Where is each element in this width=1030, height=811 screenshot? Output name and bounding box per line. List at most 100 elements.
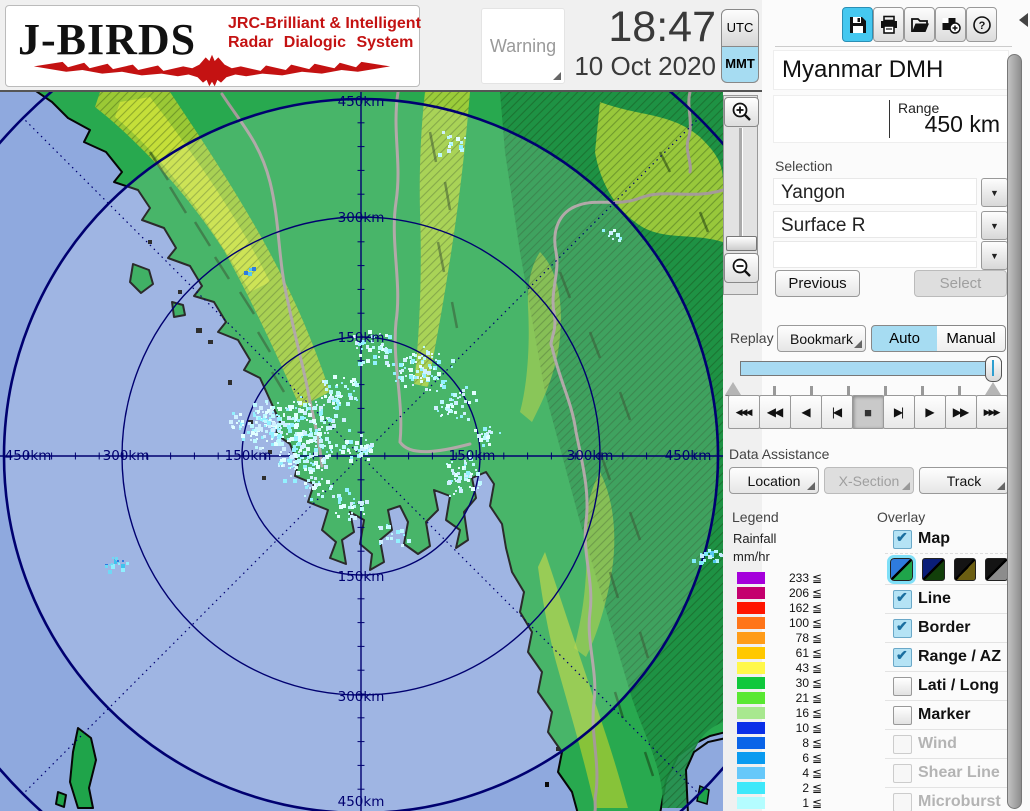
checkbox (893, 734, 912, 754)
overlay-item-label: Wind (918, 735, 957, 752)
step-back-button[interactable]: |◀ (821, 395, 853, 429)
svg-text:300km: 300km (338, 210, 385, 226)
style-black-gray[interactable] (985, 557, 1008, 581)
overlay-item-label: Shear Line (918, 764, 1000, 781)
bookmark-button[interactable]: Bookmark (777, 325, 866, 352)
legend-value: 6 (802, 750, 809, 765)
location-button[interactable]: Location (729, 467, 819, 494)
legend-operator: ≦ (812, 705, 823, 720)
legend-operator: ≦ (812, 735, 823, 750)
replay-slider-thumb[interactable] (985, 356, 1002, 382)
rewind-fast-button[interactable]: ◀◀◀ (728, 395, 760, 429)
dropdown-arrow-button[interactable]: ▼ (981, 241, 1008, 270)
replay-manual-button[interactable]: Manual (937, 325, 1006, 352)
selection-dropdown-value (773, 241, 977, 268)
save-icon[interactable] (842, 7, 873, 42)
panel-scrollbar[interactable] (1007, 54, 1022, 809)
zoom-slider-thumb[interactable] (726, 236, 757, 251)
checkbox[interactable] (893, 705, 912, 725)
timezone-utc-button[interactable]: UTC (721, 9, 759, 47)
legend-value: 100 (788, 615, 809, 630)
svg-text:150km: 150km (225, 448, 272, 464)
overlay-item-label: Range / AZ (918, 648, 1001, 665)
legend-value: 8 (802, 735, 809, 750)
forward-fast-button[interactable]: ▶▶▶ (976, 395, 1008, 429)
replay-auto-button[interactable]: Auto (871, 325, 938, 352)
manual-button-label: Manual (946, 330, 996, 347)
svg-text:150km: 150km (449, 448, 496, 464)
warning-button[interactable]: Warning (481, 8, 565, 84)
legend-value: 10 (795, 720, 809, 735)
checkbox[interactable] (893, 618, 912, 638)
stop-button[interactable]: ■ (852, 395, 884, 429)
zoom-slider-track[interactable] (739, 128, 743, 250)
forward-button[interactable]: ▶▶ (945, 395, 977, 429)
selection-dropdown-value: Surface R (773, 211, 977, 238)
legend-section-label: Legend (732, 509, 779, 525)
style-navy-darkgreen[interactable] (921, 557, 945, 581)
timezone-mmt-button[interactable]: MMT (721, 47, 759, 83)
overlay-item-microburst: Microburst (885, 787, 1008, 811)
play-button[interactable]: ▶ (914, 395, 946, 429)
play-reverse-button[interactable]: ◀ (790, 395, 822, 429)
svg-text:150km: 150km (338, 569, 385, 585)
radar-map-display[interactable]: 450km 300km 150km 150km 300km 450km 450km 300km… (0, 92, 723, 811)
overlay-item-border: Border (885, 613, 1008, 642)
legend-entry: 43 ≦ (733, 660, 873, 675)
style-blue-green[interactable] (887, 554, 916, 584)
zoom-in-button[interactable] (724, 97, 759, 127)
legend-entry: 30 ≦ (733, 675, 873, 690)
previous-button[interactable]: Previous (775, 270, 860, 297)
print-icon[interactable] (873, 7, 904, 42)
legend-entry: 10 ≦ (733, 720, 873, 735)
replay-slider-track[interactable] (740, 361, 1002, 376)
bookmark-button-label: Bookmark (789, 330, 854, 347)
svg-text:450km: 450km (665, 448, 712, 464)
overlay-item-label: Lati / Long (918, 677, 999, 694)
zoom-out-button[interactable] (724, 253, 759, 283)
button-label: X-Section (838, 472, 900, 489)
map-style-row (885, 553, 1008, 584)
rainfall-legend: Rainfall mm/hr 233 ≦ 206 ≦ 162 ≦ 100 ≦ 78 ≦ 61 ≦ 43 ≦… (733, 530, 873, 811)
replay-range-end-marker[interactable] (985, 382, 1001, 395)
x-section-button[interactable]: X-Section (824, 467, 914, 494)
radar-map-svg: 450km 300km 150km 150km 300km 450km 450km 300km… (0, 92, 723, 811)
help-icon[interactable]: ? (966, 7, 997, 42)
open-folder-icon[interactable] (904, 7, 935, 42)
panel-collapse-arrow-icon[interactable] (1019, 13, 1028, 27)
legend-operator: ≦ (812, 645, 823, 660)
dropdown-arrow-button[interactable]: ▼ (981, 211, 1008, 240)
checkbox[interactable] (893, 529, 912, 549)
overlay-item-marker: Marker (885, 700, 1008, 729)
svg-text:450km: 450km (5, 448, 52, 464)
select-button-label: Select (939, 275, 982, 292)
rewind-button[interactable]: ◀◀ (759, 395, 791, 429)
add-image-icon[interactable] (935, 7, 966, 42)
legend-color-swatch (737, 616, 765, 629)
legend-operator: ≦ (812, 750, 823, 765)
legend-value: 4 (802, 765, 809, 780)
legend-color-swatch (737, 706, 765, 719)
checkbox[interactable] (893, 647, 912, 667)
dropdown-arrow-button[interactable]: ▼ (981, 178, 1008, 207)
station-title-box: Myanmar DMH (773, 50, 1009, 90)
style-black-olive[interactable] (953, 557, 977, 581)
legend-value: 206 (788, 585, 809, 600)
track-button[interactable]: Track (919, 467, 1009, 494)
legend-color-swatch (737, 766, 765, 779)
legend-color-swatch (737, 571, 765, 584)
legend-value: 21 (795, 690, 809, 705)
overlay-item-lati-long: Lati / Long (885, 671, 1008, 700)
legend-color-swatch (737, 676, 765, 689)
checkbox[interactable] (893, 676, 912, 696)
legend-value: 233 (788, 570, 809, 585)
legend-operator: ≦ (812, 570, 823, 585)
select-button[interactable]: Select (914, 270, 1007, 297)
legend-value: 2 (802, 780, 809, 795)
checkbox[interactable] (893, 589, 912, 609)
step-forward-button[interactable]: ▶| (883, 395, 915, 429)
replay-range-start-marker[interactable] (725, 382, 741, 395)
legend-color-swatch (737, 586, 765, 599)
legend-operator: ≦ (812, 780, 823, 795)
legend-unit-line1: Rainfall (733, 531, 777, 546)
